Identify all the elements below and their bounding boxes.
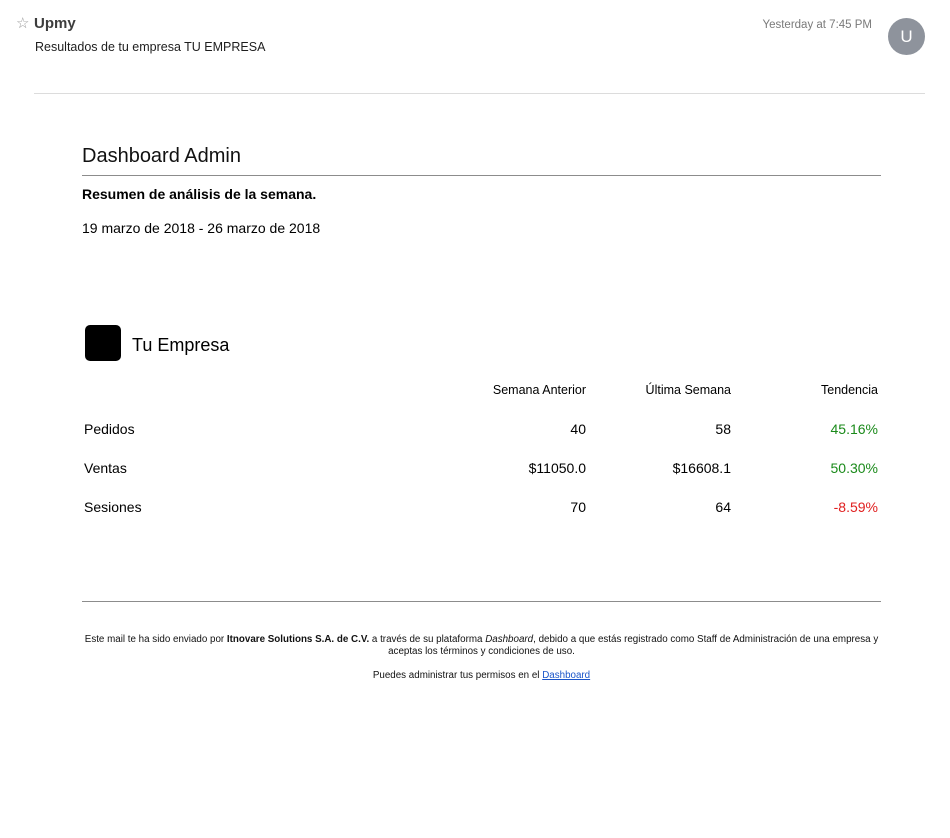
footer-notice: Este mail te ha sido enviado por Itnovar… — [82, 634, 881, 658]
dashboard-link[interactable]: Dashboard — [542, 670, 590, 681]
company-logo — [85, 325, 121, 361]
company-name: Tu Empresa — [132, 335, 230, 355]
sender-avatar: U — [888, 18, 925, 55]
cell-last-ventas: $16608.1 — [672, 460, 731, 476]
footer-platform-name: Dashboard — [485, 634, 534, 645]
sender-name: Upmy — [34, 15, 76, 32]
star-icon[interactable]: ☆ — [16, 15, 29, 33]
footer-text-middle: a través de su plataforma — [369, 634, 486, 645]
summary-heading: Resumen de análisis de la semana. — [82, 186, 317, 202]
cell-trend-ventas: 50.30% — [830, 460, 878, 476]
title-divider — [82, 175, 881, 176]
cell-trend-sesiones: -8.59% — [833, 499, 878, 515]
header-divider — [34, 93, 925, 94]
email-timestamp: Yesterday at 7:45 PM — [762, 19, 872, 31]
column-header-last-week: Última Semana — [645, 383, 731, 397]
row-label-pedidos: Pedidos — [84, 421, 135, 437]
footer-permissions: Puedes administrar tus permisos en el Da… — [82, 670, 881, 682]
cell-last-pedidos: 58 — [715, 421, 731, 437]
report-title: Dashboard Admin — [82, 145, 241, 167]
footer-text-intro: Este mail te ha sido enviado por — [84, 634, 227, 645]
column-header-previous-week: Semana Anterior — [492, 383, 586, 397]
row-label-sesiones: Sesiones — [84, 499, 142, 515]
row-label-ventas: Ventas — [84, 460, 127, 476]
cell-previous-sesiones: 70 — [570, 499, 586, 515]
permissions-text: Puedes administrar tus permisos en el — [372, 670, 543, 681]
email-subject: Resultados de tu empresa TU EMPRESA — [35, 40, 266, 54]
cell-trend-pedidos: 45.16% — [830, 421, 878, 437]
footer-company-name: Itnovare Solutions S.A. de C.V. — [226, 634, 370, 645]
cell-last-sesiones: 64 — [715, 499, 731, 515]
cell-previous-pedidos: 40 — [570, 421, 586, 437]
date-range: 19 marzo de 2018 - 26 marzo de 2018 — [82, 220, 321, 236]
column-header-trend: Tendencia — [821, 383, 878, 397]
cell-previous-ventas: $11050.0 — [528, 460, 586, 476]
email-view: ☆ Upmy Resultados de tu empresa TU EMPRE… — [0, 0, 950, 838]
footer-divider — [82, 601, 881, 602]
